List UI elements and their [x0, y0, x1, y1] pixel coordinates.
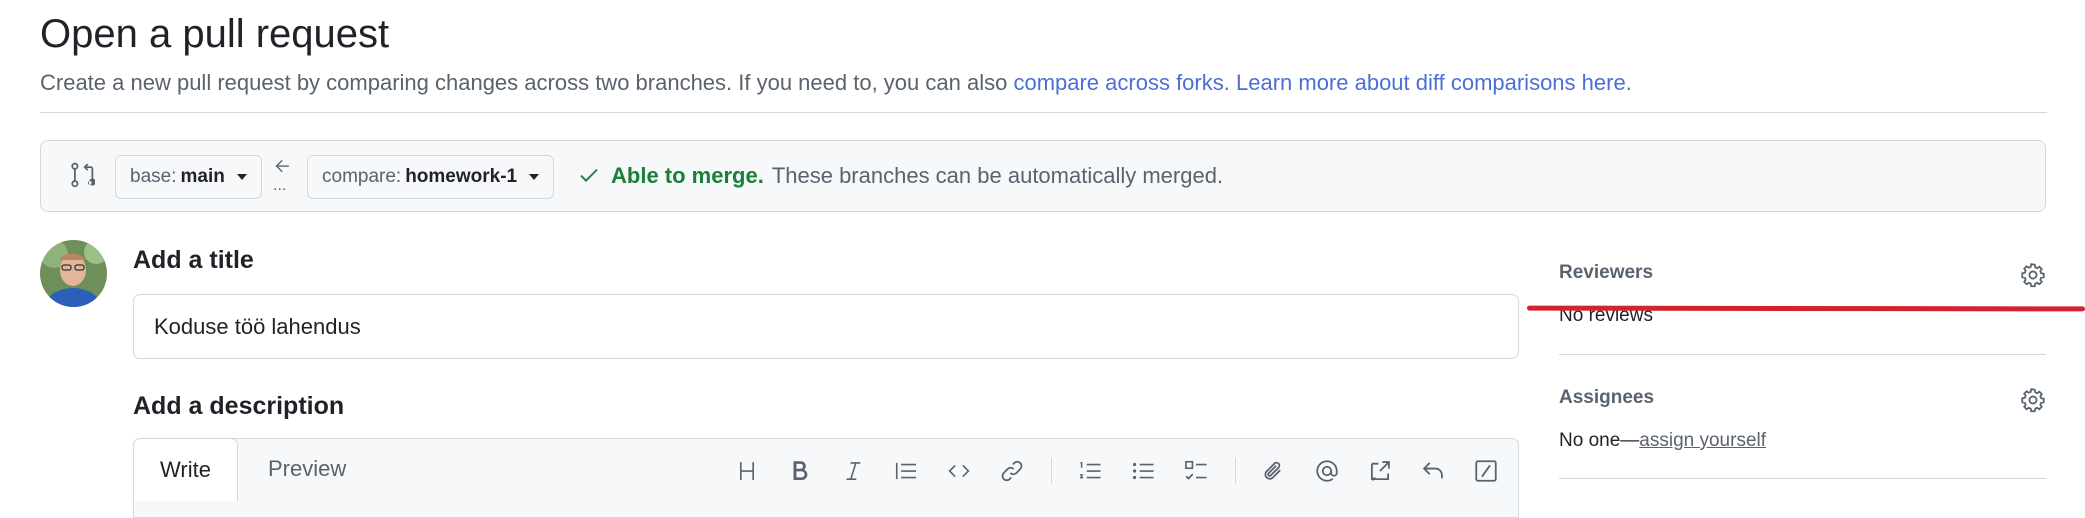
italic-button[interactable]	[835, 453, 871, 489]
attach-button[interactable]	[1256, 453, 1292, 489]
reference-button[interactable]	[1362, 453, 1398, 489]
code-button[interactable]	[941, 453, 977, 489]
header-divider	[40, 112, 2047, 113]
toolbar-divider	[1235, 458, 1236, 484]
avatar[interactable]	[40, 240, 107, 307]
link-icon	[1001, 460, 1023, 482]
merge-status: Able to merge. These branches can be aut…	[577, 163, 1223, 189]
assignees-prefix: No one—	[1559, 430, 1640, 451]
reviewers-section: Reviewers No reviews	[1559, 262, 2046, 366]
caret-down-icon	[529, 174, 540, 180]
heading-button[interactable]	[729, 453, 765, 489]
direction-indicator: ...	[269, 155, 295, 199]
quote-button[interactable]	[888, 453, 924, 489]
task-list-button[interactable]	[1178, 453, 1214, 489]
description-editor: Write Preview	[133, 438, 1519, 518]
annotation-underline	[1526, 305, 2085, 312]
reply-button[interactable]	[1415, 453, 1451, 489]
arrow-left-icon	[275, 159, 289, 173]
bold-icon	[793, 461, 808, 480]
unordered-list-icon	[1132, 462, 1154, 480]
toolbar-divider	[1051, 458, 1052, 484]
numbered-list-button[interactable]	[1072, 453, 1108, 489]
compare-branch-select[interactable]: compare: homework-1	[307, 155, 555, 199]
compare-forks-link[interactable]: compare across forks.	[1013, 70, 1229, 95]
branch-range-bar: base: main ... compare: homework-1 Able …	[40, 140, 2046, 212]
mention-icon	[1316, 460, 1338, 482]
learn-more-link[interactable]: Learn more about diff comparisons here.	[1236, 70, 1632, 95]
title-input[interactable]	[133, 294, 1519, 359]
slash-command-icon	[1475, 460, 1497, 482]
link-button[interactable]	[994, 453, 1030, 489]
code-icon	[948, 464, 970, 478]
tab-write[interactable]: Write	[133, 438, 238, 501]
gear-icon[interactable]	[2020, 262, 2046, 288]
description-heading: Add a description	[133, 392, 345, 420]
reference-icon	[1370, 461, 1390, 482]
tab-preview[interactable]: Preview	[242, 438, 372, 500]
compare-value: homework-1	[405, 166, 518, 187]
assignees-heading[interactable]: Assignees	[1559, 387, 2046, 409]
heading-icon	[740, 462, 754, 480]
attach-icon	[1264, 461, 1281, 480]
compare-label: compare:	[322, 166, 402, 187]
quote-icon	[895, 462, 917, 480]
subtitle-text: Create a new pull request by comparing c…	[40, 70, 1014, 95]
italic-icon	[846, 462, 861, 480]
caret-down-icon	[236, 174, 247, 180]
reply-icon	[1422, 462, 1443, 479]
mention-button[interactable]	[1309, 453, 1345, 489]
gear-icon[interactable]	[2020, 387, 2046, 413]
slash-command-button[interactable]	[1468, 453, 1504, 489]
base-value: main	[180, 166, 225, 187]
assign-yourself-link[interactable]: assign yourself	[1639, 430, 1766, 451]
merge-ok-text: Able to merge.	[611, 163, 764, 188]
markdown-toolbar	[729, 453, 1521, 489]
unordered-list-button[interactable]	[1125, 453, 1161, 489]
check-icon	[580, 168, 598, 182]
assignees-section: Assignees No one—assign yourself	[1559, 387, 2046, 452]
base-label: base:	[130, 166, 177, 187]
sidebar: Reviewers No reviews Assignees No one—as…	[1559, 262, 2046, 479]
task-list-icon	[1185, 460, 1207, 480]
merge-detail-text: These branches can be automatically merg…	[771, 163, 1224, 188]
ellipsis-text: ...	[273, 177, 287, 194]
reviewers-heading[interactable]: Reviewers	[1559, 262, 2046, 284]
page-title: Open a pull request	[40, 12, 390, 56]
assignees-value: No one—assign yourself	[1559, 430, 2046, 452]
base-branch-select[interactable]: base: main	[115, 155, 262, 199]
compare-arrows-icon	[71, 162, 95, 188]
title-heading: Add a title	[133, 246, 254, 274]
user-avatar-image	[40, 240, 107, 307]
sidebar-divider	[1559, 478, 2046, 479]
bold-button[interactable]	[782, 453, 818, 489]
numbered-list-icon	[1079, 462, 1101, 479]
page-subtitle: Create a new pull request by comparing c…	[40, 70, 1632, 96]
